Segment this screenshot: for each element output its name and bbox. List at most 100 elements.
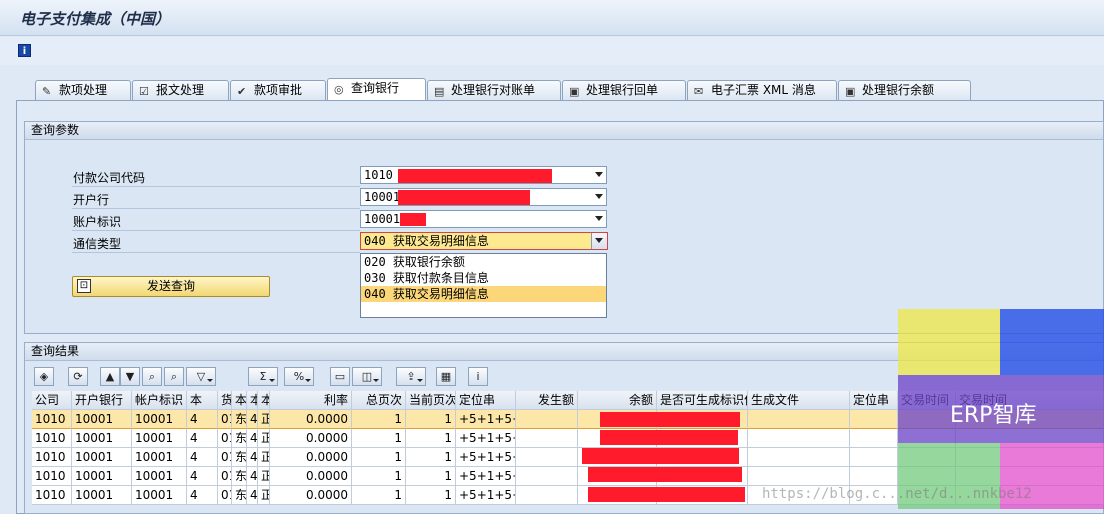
tab-payment-processing[interactable]: ✎ 款项处理: [35, 80, 131, 100]
table-cell: 东: [232, 486, 247, 505]
table-cell: 10001: [132, 448, 187, 467]
check-edit-icon: ☑: [139, 85, 149, 98]
table-cell: 4: [247, 486, 258, 505]
dropdown-button[interactable]: [591, 233, 607, 249]
table-cell: 正常: [258, 467, 270, 486]
sort-ascending-icon[interactable]: ▲: [100, 367, 120, 386]
table-cell: [516, 467, 578, 486]
info-icon[interactable]: i: [18, 44, 31, 57]
table-cell: [748, 410, 850, 429]
field-underline: [72, 208, 360, 209]
account-id-field[interactable]: 10001: [360, 210, 607, 228]
table-cell: 0.0000: [270, 486, 352, 505]
table-cell: 1010: [32, 429, 72, 448]
tab-payment-approval[interactable]: ✔ 款项审批: [230, 80, 326, 100]
bank-label: 开户行: [73, 193, 110, 207]
table-cell: 1: [406, 486, 456, 505]
print-preview-icon[interactable]: ▭: [330, 367, 350, 386]
table-cell: 正常: [258, 429, 270, 448]
comm-type-field[interactable]: 040 获取交易明细信息: [360, 232, 608, 250]
chevron-down-icon[interactable]: [595, 194, 603, 199]
table-cell: [516, 410, 578, 429]
table-cell: 4: [247, 467, 258, 486]
subtotal-icon[interactable]: %: [284, 367, 314, 386]
table-cell: [748, 448, 850, 467]
layout-icon[interactable]: ▦: [436, 367, 456, 386]
column-header[interactable]: 发生额: [516, 391, 578, 410]
redaction-mark: [398, 169, 552, 183]
watermark-block: [898, 309, 1000, 375]
column-header[interactable]: 定位串: [850, 391, 898, 410]
table-cell: 1: [352, 448, 406, 467]
redaction-mark: [400, 213, 426, 226]
column-header[interactable]: 本: [232, 391, 247, 410]
table-cell: 0.0000: [270, 429, 352, 448]
column-header[interactable]: 定位串: [456, 391, 516, 410]
field-underline: [72, 230, 360, 231]
dropdown-option[interactable]: 020 获取银行余额: [361, 254, 606, 270]
tab-query-bank[interactable]: ◎ 查询银行: [327, 78, 426, 100]
column-header[interactable]: 总页次: [352, 391, 406, 410]
table-cell: 10001: [132, 429, 187, 448]
dropdown-option[interactable]: 030 获取付款条目信息: [361, 270, 606, 286]
column-header[interactable]: 本方账号状态: [258, 391, 270, 410]
approve-icon: ✔: [237, 85, 247, 98]
table-cell: 东: [232, 429, 247, 448]
table-cell: 10001: [72, 486, 132, 505]
table-cell: +5+1+5+: [456, 410, 516, 429]
table-cell: 10001: [132, 486, 187, 505]
tab-bank-statement[interactable]: ▤ 处理银行对账单: [427, 80, 561, 100]
tab-xml-message[interactable]: ✉ 电子汇票 XML 消息: [687, 80, 837, 100]
refresh-icon[interactable]: ⟳: [68, 367, 88, 386]
company-code-label: 付款公司代码: [73, 171, 146, 185]
tab-message-processing[interactable]: ☑ 报文处理: [132, 80, 229, 100]
column-header[interactable]: 余额: [578, 391, 657, 410]
column-header[interactable]: 是否可生成标识位: [657, 391, 748, 410]
tab-bank-receipt[interactable]: ▣ 处理银行回单: [562, 80, 686, 100]
balance-icon: ▣: [845, 85, 856, 98]
sum-icon[interactable]: Σ: [248, 367, 278, 386]
filter-icon[interactable]: ▽: [186, 367, 216, 386]
chevron-down-icon[interactable]: [595, 172, 603, 177]
views-icon[interactable]: ◫: [352, 367, 382, 386]
application-toolbar: i: [0, 37, 1104, 65]
table-cell: 1010: [32, 467, 72, 486]
sort-descending-icon[interactable]: ▼: [120, 367, 140, 386]
export-icon[interactable]: ⇪: [396, 367, 426, 386]
table-cell: 1: [352, 467, 406, 486]
column-header[interactable]: 当前页次: [406, 391, 456, 410]
column-header[interactable]: 本: [187, 391, 218, 410]
chevron-down-icon[interactable]: [595, 216, 603, 221]
table-cell: [748, 429, 850, 448]
table-cell: 01: [218, 429, 232, 448]
redaction-mark: [600, 430, 738, 445]
dropdown-option-selected[interactable]: 040 获取交易明细信息: [361, 286, 606, 302]
send-query-button[interactable]: ⊡ 发送查询: [72, 276, 270, 297]
table-cell: 01: [218, 448, 232, 467]
table-cell: 0.0000: [270, 410, 352, 429]
table-cell: +5+1+5+: [456, 448, 516, 467]
table-cell: 10001: [132, 410, 187, 429]
table-cell: 东: [232, 448, 247, 467]
column-header[interactable]: 生成文件: [748, 391, 850, 410]
comm-type-dropdown: 020 获取银行余额 030 获取付款条目信息 040 获取交易明细信息: [360, 253, 607, 318]
info-icon[interactable]: i: [468, 367, 488, 386]
table-cell: 1: [352, 429, 406, 448]
table-cell: 4: [187, 467, 218, 486]
find-icon[interactable]: ⌕: [142, 367, 162, 386]
column-header[interactable]: 开户银行: [72, 391, 132, 410]
comm-type-label: 通信类型: [73, 237, 122, 251]
column-header[interactable]: 利率: [270, 391, 352, 410]
column-header[interactable]: 货币: [218, 391, 232, 410]
query-bank-icon: ◎: [334, 83, 344, 96]
watermark-block: [1000, 309, 1104, 375]
column-header[interactable]: 公司: [32, 391, 72, 410]
column-header[interactable]: 本: [247, 391, 258, 410]
details-icon[interactable]: ◈: [34, 367, 54, 386]
find-next-icon[interactable]: ⌕: [164, 367, 184, 386]
redaction-mark: [398, 190, 530, 205]
redaction-mark: [582, 448, 739, 464]
field-underline: [72, 252, 360, 253]
column-header[interactable]: 帐户标识: [132, 391, 187, 410]
tab-bank-balance[interactable]: ▣ 处理银行余额: [838, 80, 971, 100]
